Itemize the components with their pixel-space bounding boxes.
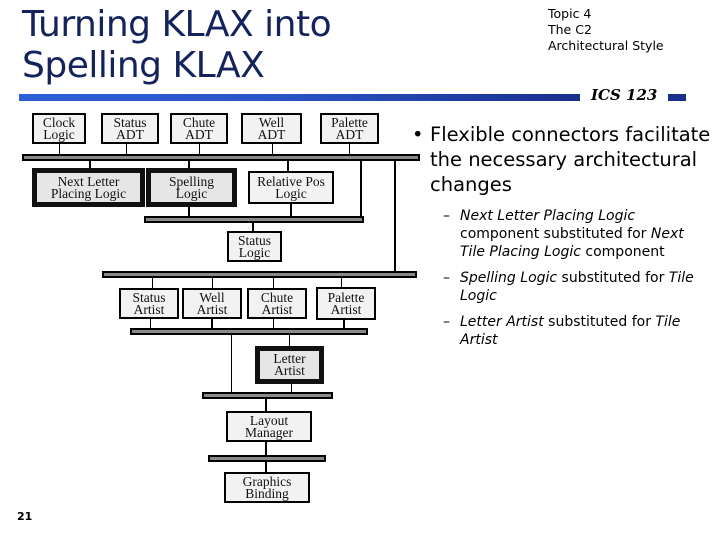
connector-line bbox=[126, 144, 127, 154]
connector-line bbox=[59, 144, 60, 154]
component-chute-adt: Chute ADT bbox=[170, 113, 228, 144]
sub-bullet-italic: Letter Artist bbox=[460, 314, 544, 330]
component-label: Logic bbox=[175, 185, 208, 201]
connector-line bbox=[349, 144, 350, 154]
component-label: Artist bbox=[196, 301, 228, 317]
sub-bullet-text: component substituted for bbox=[460, 226, 651, 242]
sub-bullet-text: component bbox=[580, 244, 665, 260]
component-label: Logic bbox=[238, 244, 271, 260]
component-relative-pos-logic: Relative Pos Logic bbox=[248, 171, 334, 204]
component-label: ADT bbox=[185, 126, 213, 142]
component-label: ADT bbox=[335, 126, 364, 142]
sub-bullet-marker: – bbox=[443, 314, 450, 330]
sub-bullet-text: substituted for bbox=[557, 270, 669, 286]
component-label: Logic bbox=[275, 185, 307, 201]
sub-bullet-text: substituted for bbox=[543, 314, 656, 330]
component-chute-artist: Chute Artist bbox=[247, 288, 307, 319]
connector-line bbox=[273, 277, 274, 288]
component-layout-manager: Layout Manager bbox=[226, 411, 312, 442]
page-number: 21 bbox=[17, 510, 33, 523]
bullet-list: • Flexible connectors facilitate the nec… bbox=[412, 122, 712, 349]
component-label: Artist bbox=[133, 301, 165, 317]
connector-line bbox=[287, 160, 289, 171]
sub-bullet-italic: Spelling Logic bbox=[460, 270, 558, 286]
connector-line bbox=[394, 160, 396, 273]
component-label: Artist bbox=[330, 301, 362, 317]
component-next-letter-placing-logic: Next Letter Placing Logic bbox=[32, 168, 145, 207]
component-status-artist: Status Artist bbox=[119, 288, 179, 319]
component-label: Manager bbox=[245, 424, 293, 440]
sub-bullet: – Letter Artist substituted for Tile Art… bbox=[412, 313, 712, 349]
connector-bus-2 bbox=[144, 216, 364, 223]
sub-bullet-marker: – bbox=[443, 270, 450, 286]
slide-title-line-1: Turning KLAX into bbox=[22, 4, 332, 45]
component-palette-artist: Palette Artist bbox=[316, 287, 376, 320]
component-label: Binding bbox=[245, 485, 289, 501]
sub-bullet: – Spelling Logic substituted for Tile Lo… bbox=[412, 269, 712, 305]
topic-line-3: Architectural Style bbox=[548, 38, 664, 53]
topic-line-2: The C2 bbox=[548, 22, 592, 37]
component-letter-artist: Letter Artist bbox=[255, 346, 324, 384]
slide-title: Turning KLAX into Spelling KLAX bbox=[22, 4, 332, 86]
header-rule bbox=[19, 94, 580, 101]
connector-line bbox=[265, 398, 267, 411]
component-status-logic: Status Logic bbox=[227, 231, 282, 262]
component-status-adt: Status ADT bbox=[101, 113, 159, 144]
connector-bus-4 bbox=[130, 328, 368, 335]
component-label: Placing Logic bbox=[50, 185, 127, 201]
component-spelling-logic: Spelling Logic bbox=[146, 168, 237, 207]
topic-label: Topic 4 The C2 Architectural Style bbox=[548, 6, 664, 54]
topic-line-1: Topic 4 bbox=[548, 6, 592, 21]
bullet-marker: • bbox=[412, 123, 424, 146]
connector-line bbox=[152, 277, 153, 288]
connector-line bbox=[212, 277, 213, 288]
header-rule-end bbox=[668, 94, 686, 101]
connector-line bbox=[231, 334, 232, 397]
connector-line bbox=[360, 160, 362, 217]
connector-line bbox=[199, 144, 200, 154]
bullet-main-text: Flexible connectors facilitate the neces… bbox=[430, 123, 711, 196]
component-clock-logic: Clock Logic bbox=[32, 113, 86, 144]
component-label: Artist bbox=[261, 301, 293, 317]
component-label: Logic bbox=[43, 126, 75, 142]
sub-bullet-italic: Next Letter Placing Logic bbox=[460, 208, 636, 224]
course-label: ICS 123 bbox=[591, 86, 658, 104]
sub-bullet: – Next Letter Placing Logic component su… bbox=[412, 207, 712, 261]
component-well-artist: Well Artist bbox=[182, 288, 242, 319]
component-graphics-binding: Graphics Binding bbox=[224, 472, 310, 503]
component-label: ADT bbox=[116, 126, 144, 142]
connector-bus-3 bbox=[102, 271, 417, 278]
component-label: Artist bbox=[274, 363, 305, 378]
connector-bus-6 bbox=[208, 455, 326, 462]
connector-bus-5 bbox=[202, 392, 333, 399]
bullet-main: • Flexible connectors facilitate the nec… bbox=[412, 122, 712, 197]
component-label: ADT bbox=[257, 126, 286, 142]
component-palette-adt: Palette ADT bbox=[320, 113, 379, 144]
slide-title-line-2: Spelling KLAX bbox=[22, 45, 265, 86]
component-well-adt: Well ADT bbox=[241, 113, 302, 144]
connector-line bbox=[265, 442, 267, 455]
sub-bullet-marker: – bbox=[443, 208, 450, 224]
connector-line bbox=[272, 144, 273, 154]
